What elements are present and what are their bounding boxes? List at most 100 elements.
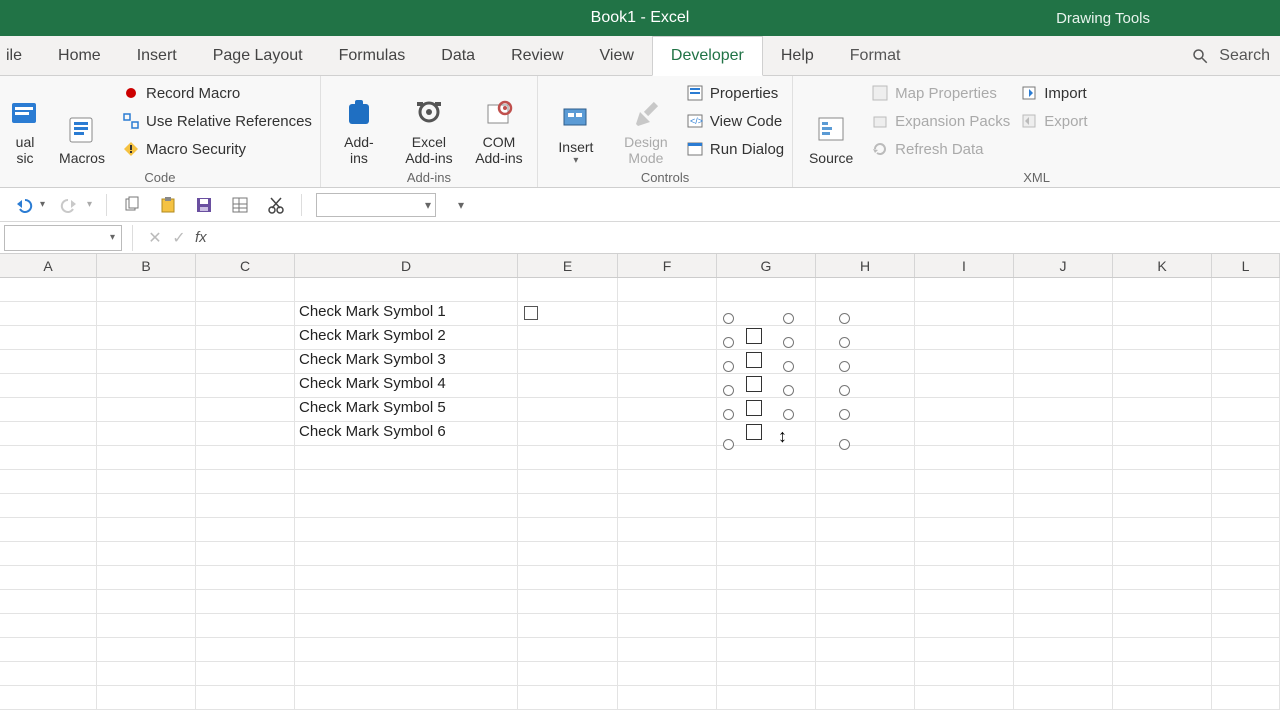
addins-button[interactable]: Add- ins [329,80,389,166]
selection-handle[interactable] [783,337,794,348]
selection-handle[interactable] [723,385,734,396]
group-label-code: Code [8,168,312,185]
redo-button[interactable] [59,194,81,216]
col-header[interactable]: G [717,254,816,277]
grid-button[interactable] [229,194,251,216]
svg-text:</>: </> [690,116,703,126]
view-code-button[interactable]: </> View Code [686,108,784,134]
col-header[interactable]: H [816,254,915,277]
tab-format[interactable]: Format [832,36,919,75]
col-header[interactable]: B [97,254,196,277]
xml-source-button[interactable]: Source [801,80,861,166]
save-button[interactable] [193,194,215,216]
tab-home[interactable]: Home [40,36,119,75]
tab-insert[interactable]: Insert [119,36,195,75]
col-header[interactable]: E [518,254,618,277]
selection-handle[interactable] [839,439,850,450]
enter-formula-button[interactable]: ✓ [167,226,191,250]
export-button[interactable]: Export [1020,108,1087,134]
tab-page-layout[interactable]: Page Layout [195,36,321,75]
cell[interactable]: Check Mark Symbol 3 [295,350,518,374]
com-addins-icon [482,97,516,131]
col-header[interactable]: J [1014,254,1113,277]
selection-handle[interactable] [839,361,850,372]
worksheet[interactable]: Check Mark Symbol 1 Check Mark Symbol 2 … [0,278,1280,710]
selection-handle[interactable] [783,361,794,372]
refresh-data-button[interactable]: Refresh Data [871,136,1010,162]
selection-handle[interactable] [723,313,734,324]
tell-me-search[interactable]: Search [1191,36,1280,75]
checkbox-control[interactable] [746,376,762,392]
design-mode-icon [629,97,663,131]
checkbox-control[interactable] [524,306,538,320]
selection-handle[interactable] [723,361,734,372]
selection-handle[interactable] [783,385,794,396]
tab-file[interactable]: ile [0,36,40,75]
record-macro-button[interactable]: Record Macro [122,80,312,106]
col-header[interactable]: F [618,254,717,277]
chevron-down-icon[interactable]: ▾ [40,199,45,210]
chevron-down-icon[interactable]: ▾ [87,199,92,210]
tab-formulas[interactable]: Formulas [321,36,424,75]
tab-review[interactable]: Review [493,36,581,75]
formula-input[interactable] [213,225,1280,251]
col-header[interactable]: K [1113,254,1212,277]
checkbox-control[interactable] [746,400,762,416]
multi-selection[interactable]: ↕ [728,318,850,450]
checkbox-control[interactable] [746,328,762,344]
excel-addins-button[interactable]: Excel Add-ins [399,80,459,166]
selection-handle[interactable] [839,385,850,396]
run-dialog-button[interactable]: Run Dialog [686,136,784,162]
col-header[interactable]: I [915,254,1014,277]
visual-basic-button[interactable]: ual sic [8,80,42,166]
cell[interactable]: Check Mark Symbol 2 [295,326,518,350]
cell[interactable]: Check Mark Symbol 4 [295,374,518,398]
selection-handle[interactable] [723,439,734,450]
checkbox-control[interactable] [746,424,762,440]
copy-button[interactable] [121,194,143,216]
expansion-packs-icon [871,112,889,130]
tab-view[interactable]: View [582,36,652,75]
checkbox-control[interactable] [746,352,762,368]
import-button[interactable]: Import [1020,80,1087,106]
ribbon-group-xml: Source Map Properties Expansion Packs Re… [793,76,1280,187]
ribbon-group-code: ual sic Macros Record Macro Use Relative… [0,76,321,187]
macro-security-button[interactable]: Macro Security [122,136,312,162]
use-relative-references-button[interactable]: Use Relative References [122,108,312,134]
col-header[interactable]: C [196,254,295,277]
undo-button[interactable] [12,194,34,216]
com-addins-button[interactable]: COM Add-ins [469,80,529,166]
properties-button[interactable]: Properties [686,80,784,106]
cell[interactable]: Check Mark Symbol 1 [295,302,518,326]
expansion-packs-button[interactable]: Expansion Packs [871,108,1010,134]
cell[interactable]: Check Mark Symbol 5 [295,398,518,422]
cell[interactable]: Check Mark Symbol 6 [295,422,518,446]
selection-handle[interactable] [783,409,794,420]
selection-handle[interactable] [839,409,850,420]
design-mode-button[interactable]: Design Mode [616,80,676,166]
col-header[interactable]: A [0,254,97,277]
col-header[interactable]: L [1212,254,1280,277]
map-properties-button[interactable]: Map Properties [871,80,1010,106]
qat-customize-button[interactable]: ▾ [450,194,472,216]
cut-button[interactable] [265,194,287,216]
selection-handle[interactable] [839,313,850,324]
name-box[interactable]: ▾ [4,225,122,251]
tab-data[interactable]: Data [423,36,493,75]
selection-handle[interactable] [839,337,850,348]
selection-handle[interactable] [723,409,734,420]
insert-control-icon [559,102,593,136]
macros-button[interactable]: Macros [52,80,112,166]
search-icon [1191,47,1209,65]
qat-combo[interactable]: ▾ [316,193,436,217]
search-label: Search [1219,47,1270,65]
col-header[interactable]: D [295,254,518,277]
formula-bar: ▾ ✕ ✓ fx [0,222,1280,254]
selection-handle[interactable] [783,313,794,324]
selection-handle[interactable] [723,337,734,348]
tab-developer[interactable]: Developer [652,36,763,76]
paste-button[interactable] [157,194,179,216]
tab-help[interactable]: Help [763,36,832,75]
insert-control-button[interactable]: Insert ▾ [546,80,606,166]
cancel-formula-button[interactable]: ✕ [143,226,167,250]
